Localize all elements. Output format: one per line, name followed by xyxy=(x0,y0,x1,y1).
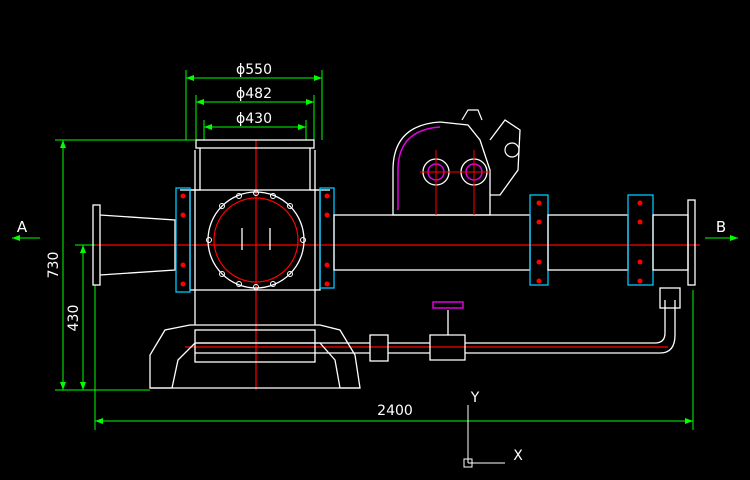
dim-diameter-430: ϕ430 xyxy=(236,111,272,127)
cad-drawing: ϕ550 ϕ482 ϕ430 730 430 2400 A B Y X xyxy=(0,0,750,480)
dim-diameter-550: ϕ550 xyxy=(236,62,272,78)
dim-diameter-482: ϕ482 xyxy=(236,86,272,102)
axis-label-x: X xyxy=(513,448,523,464)
dim-height-430: 430 xyxy=(66,305,82,332)
section-label-a: A xyxy=(17,218,28,236)
dim-length-2400: 2400 xyxy=(377,403,413,419)
section-label-b: B xyxy=(716,218,726,236)
dim-height-730: 730 xyxy=(46,252,62,279)
drawing-background xyxy=(0,0,750,480)
axis-label-y: Y xyxy=(470,390,480,406)
